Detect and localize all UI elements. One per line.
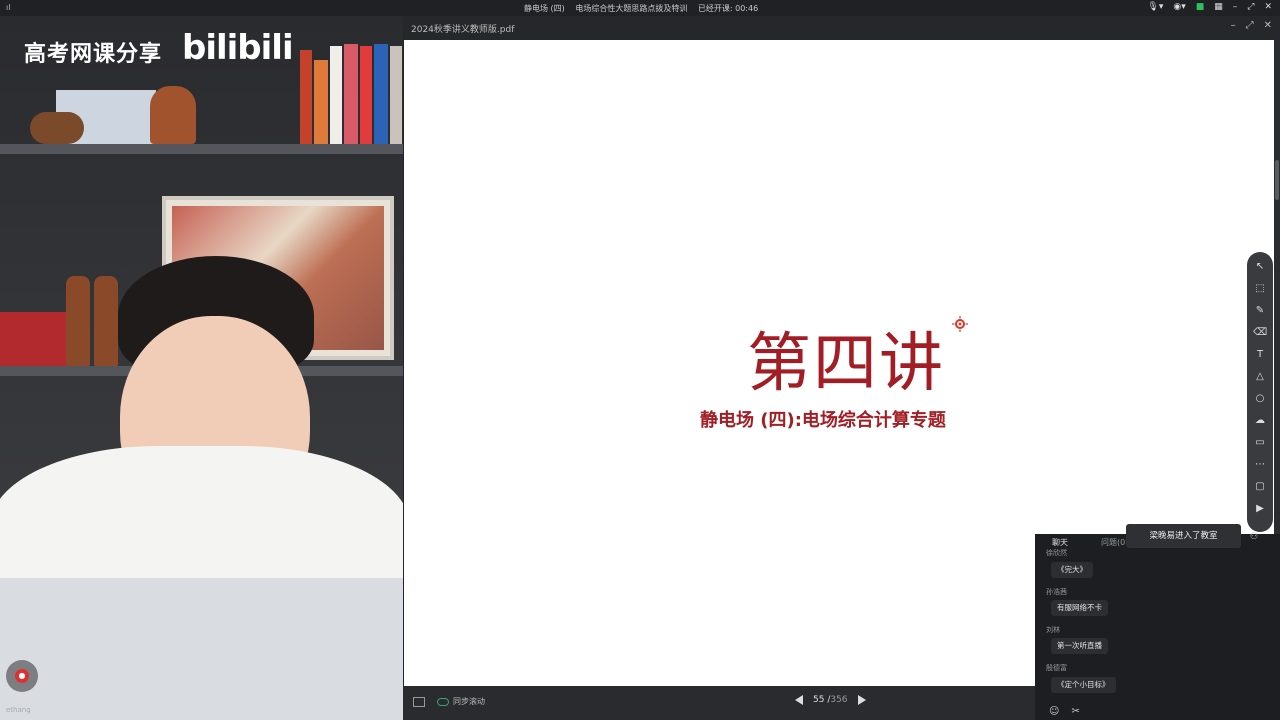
figurine xyxy=(94,276,118,366)
signal-icon: ıl xyxy=(6,3,11,12)
chat-message: 第一次听直播 xyxy=(1051,638,1108,654)
slide-title: 第四讲 xyxy=(747,327,945,401)
bilibili-logo: bilibili xyxy=(182,28,294,68)
minimize-icon[interactable]: – xyxy=(1233,2,1238,12)
mic-icon[interactable]: 🎙▾ xyxy=(1147,2,1163,12)
shape-icon[interactable]: △ xyxy=(1253,368,1267,385)
viewer-titlebar: 2024秋季讲义教师版.pdf – ⤢ ✕ xyxy=(403,16,1280,40)
scissors-icon[interactable]: ✂ xyxy=(1071,706,1079,717)
join-notification: 梁晚易进入了教室 xyxy=(1126,524,1241,548)
figurine xyxy=(30,112,84,144)
shelf-top xyxy=(0,144,403,154)
video-icon[interactable]: ▶ xyxy=(1253,500,1267,517)
text-icon[interactable]: T xyxy=(1253,346,1267,363)
watermark-text: 高考网课分享 xyxy=(24,42,163,67)
chat-message: 有服网络不卡 xyxy=(1051,600,1108,616)
chat-username: 孙浩茜 xyxy=(1046,588,1067,596)
current-page[interactable]: 55 xyxy=(813,695,824,705)
next-page-icon[interactable] xyxy=(857,695,866,705)
eraser-icon[interactable]: ⌫ xyxy=(1253,324,1267,341)
chat-footer: ☺ ✂ xyxy=(1035,702,1280,720)
topbar-controls: 🎙▾ ◉▾ ■ ▦ – ⤢ ✕ xyxy=(1147,2,1272,12)
class-title: 静电场 (四) 电场综合性大题思路点拨及特训 已经开课: 00:46 xyxy=(524,3,766,14)
sync-scroll-label: 同步滚动 xyxy=(453,697,485,706)
laser-pointer-icon xyxy=(952,316,968,332)
grid-toggle-icon[interactable]: ⋯ xyxy=(1253,456,1267,473)
book xyxy=(344,44,358,144)
chat-username: 殷德富 xyxy=(1046,664,1067,672)
lecture-name: 静电场 (四) xyxy=(524,4,565,13)
close-icon[interactable]: ✕ xyxy=(1264,2,1272,12)
chat-username: 刘林 xyxy=(1046,626,1060,634)
emoji-icon[interactable]: ☺ xyxy=(1049,706,1059,717)
camera-feed: 高考网课分享 bilibili ● ethang xyxy=(0,16,403,720)
grid-icon[interactable]: ▦ xyxy=(1214,2,1223,12)
viewer-window-controls: – ⤢ ✕ xyxy=(1231,20,1272,31)
chat-username: 徐欣然 xyxy=(1046,549,1067,557)
sidebar-toggle-icon[interactable] xyxy=(413,697,425,707)
chat-message: 《定个小目标》 xyxy=(1051,677,1116,693)
toggle-switch-icon xyxy=(437,697,449,706)
mic-muted-icon: ● xyxy=(15,669,29,683)
book xyxy=(300,50,312,144)
system-topbar: ıl 静电场 (四) 电场综合性大题思路点拨及特训 已经开课: 00:46 🎙▾… xyxy=(0,0,1280,16)
sync-scroll-toggle[interactable]: 同步滚动 xyxy=(437,696,485,707)
chat-message: 《完大》 xyxy=(1051,562,1093,578)
book xyxy=(374,44,388,144)
pdf-filename: 2024秋季讲义教师版.pdf xyxy=(411,25,515,35)
cloud-icon[interactable]: ☁ xyxy=(1253,412,1267,429)
location-icon[interactable]: ◉▾ xyxy=(1173,2,1185,12)
book xyxy=(314,60,328,144)
book xyxy=(360,46,372,144)
cursor-icon[interactable]: ↖ xyxy=(1253,258,1267,275)
circle-icon[interactable]: ○ xyxy=(1253,390,1267,407)
tab-questions[interactable]: 问题(0 xyxy=(1101,537,1125,548)
select-icon[interactable]: ⬚ xyxy=(1253,280,1267,297)
scrollbar-thumb[interactable] xyxy=(1275,160,1279,200)
tab-chat[interactable]: 聊天 xyxy=(1052,537,1068,548)
minimize-icon[interactable]: – xyxy=(1231,20,1236,31)
pen-icon[interactable]: ✎ xyxy=(1253,302,1267,319)
close-icon[interactable]: ✕ xyxy=(1264,20,1272,31)
book xyxy=(390,46,402,144)
presenter-mic-badge[interactable]: ● xyxy=(6,660,38,692)
lecture-topic: 电场综合性大题思路点拨及特训 xyxy=(575,4,688,13)
red-tins xyxy=(0,312,70,366)
user-list-icon[interactable]: ⚇ xyxy=(1250,532,1258,542)
class-timer: 已经开课: 00:46 xyxy=(697,4,759,13)
total-pages: 356 xyxy=(830,695,848,705)
book xyxy=(330,46,342,144)
chat-panel: 聊天 问题(0 徐欣然 《完大》 孙浩茜 有服网络不卡 刘林 第一次听直播 殷德… xyxy=(1035,534,1280,720)
page-navigator: 55 /356 xyxy=(795,695,866,705)
figurine xyxy=(150,86,196,144)
prev-page-icon[interactable] xyxy=(795,695,803,705)
screen: ıl 静电场 (四) 电场综合性大题思路点拨及特训 已经开课: 00:46 🎙▾… xyxy=(0,0,1280,720)
presenter-name: ethang xyxy=(6,706,31,714)
desk xyxy=(0,578,403,720)
slide-subtitle: 静电场 (四):电场综合计算专题 xyxy=(700,410,946,431)
page-indicator: 55 /356 xyxy=(813,695,848,705)
figurine xyxy=(66,276,90,366)
maximize-icon[interactable]: ⤢ xyxy=(1246,20,1254,31)
layout-icon[interactable]: ▭ xyxy=(1253,434,1267,451)
status-green-icon[interactable]: ■ xyxy=(1196,2,1205,12)
restore-icon[interactable]: ⤢ xyxy=(1247,2,1254,12)
folder-icon[interactable]: ▢ xyxy=(1253,478,1267,495)
annotation-toolbar: ↖ ⬚ ✎ ⌫ T △ ○ ☁ ▭ ⋯ ▢ ▶ xyxy=(1247,252,1273,532)
